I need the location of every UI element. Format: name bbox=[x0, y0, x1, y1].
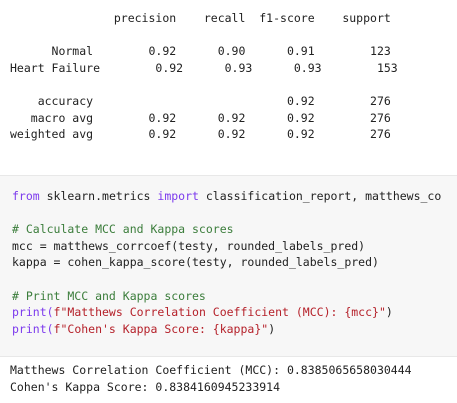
code-line-print-kappa: print(f"Cohen's Kappa Score: {kappa}") bbox=[12, 321, 276, 336]
report-row: Normal 0.92 0.90 0.91 123 bbox=[10, 44, 391, 59]
output-kappa-line: Cohen's Kappa Score: 0.8384160945233914 bbox=[10, 379, 281, 394]
cell-output: Matthews Correlation Coefficient (MCC): … bbox=[10, 362, 412, 395]
code-line-import: from sklearn.metrics import classificati… bbox=[12, 189, 442, 203]
code-comment-print: # Print MCC and Kappa scores bbox=[12, 288, 206, 303]
code-line-print-mcc: print(f"Matthews Correlation Coefficient… bbox=[12, 305, 393, 320]
code-line-kappa: kappa = cohen_kappa_score(testy, rounded… bbox=[12, 255, 379, 270]
report-summary-row: weighted avg 0.92 0.92 0.92 276 bbox=[10, 127, 391, 142]
output-mcc-line: Matthews Correlation Coefficient (MCC): … bbox=[10, 363, 412, 377]
classification-report-output: precision recall f1-score support Normal… bbox=[0, 0, 457, 160]
code-editor[interactable]: from sklearn.metrics import classificati… bbox=[12, 188, 441, 337]
code-comment-calculate: # Calculate MCC and Kappa scores bbox=[12, 222, 234, 237]
report-summary-row: macro avg 0.92 0.92 0.92 276 bbox=[10, 110, 391, 125]
report-summary-row: accuracy 0.92 276 bbox=[10, 93, 391, 108]
classification-report-text: precision recall f1-score support Normal… bbox=[10, 10, 398, 143]
code-cell[interactable]: from sklearn.metrics import classificati… bbox=[0, 175, 457, 357]
code-line-mcc: mcc = matthews_corrcoef(testy, rounded_l… bbox=[12, 238, 366, 253]
report-row: Heart Failure 0.92 0.93 0.93 153 bbox=[10, 60, 398, 75]
report-header: precision recall f1-score support bbox=[10, 11, 391, 25]
